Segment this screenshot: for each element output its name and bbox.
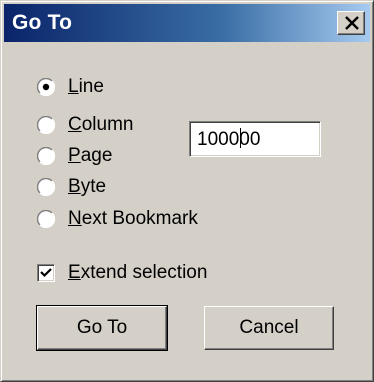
checkmark-icon — [40, 268, 52, 278]
radio-column[interactable]: Column — [37, 112, 133, 138]
radio-button[interactable] — [37, 147, 55, 165]
position-input-value-tail: 0 — [249, 129, 261, 150]
radio-button[interactable] — [37, 210, 55, 228]
extend-selection-checkbox[interactable] — [37, 264, 55, 282]
radio-byte[interactable]: Byte — [37, 174, 106, 200]
radio-button[interactable] — [37, 178, 55, 196]
extend-selection-label: Extend selection — [68, 262, 208, 283]
text-caret — [239, 128, 241, 148]
goto-button[interactable]: Go To — [36, 305, 168, 351]
radio-unselected-icon — [37, 147, 55, 165]
position-input-value: 10000 — [197, 129, 250, 150]
dialog-title: Go To — [12, 11, 73, 34]
radio-next-bookmark-label: Next Bookmark — [68, 208, 198, 229]
radio-line[interactable]: Line — [37, 74, 104, 100]
radio-unselected-icon — [37, 116, 55, 134]
radio-unselected-icon — [37, 178, 55, 196]
extend-selection-option[interactable]: Extend selection — [37, 260, 207, 286]
close-button[interactable] — [337, 11, 365, 35]
radio-next-bookmark[interactable]: Next Bookmark — [37, 206, 198, 232]
radio-column-label: Column — [68, 114, 134, 135]
radio-byte-label: Byte — [68, 176, 107, 197]
close-x-icon — [345, 16, 359, 30]
title-bar[interactable]: Go To — [4, 4, 370, 42]
radio-page-label: Page — [68, 145, 113, 166]
cancel-button[interactable]: Cancel — [204, 306, 334, 350]
radio-button[interactable] — [37, 78, 55, 96]
goto-dialog: Go To Line Column Page Byte Next Bookmar… — [0, 0, 374, 382]
radio-selected-icon — [37, 78, 55, 96]
radio-unselected-icon — [37, 210, 55, 228]
radio-line-label: Line — [68, 76, 104, 97]
radio-page[interactable]: Page — [37, 143, 112, 169]
radio-button[interactable] — [37, 116, 55, 134]
position-input[interactable]: 100000 — [189, 121, 321, 157]
